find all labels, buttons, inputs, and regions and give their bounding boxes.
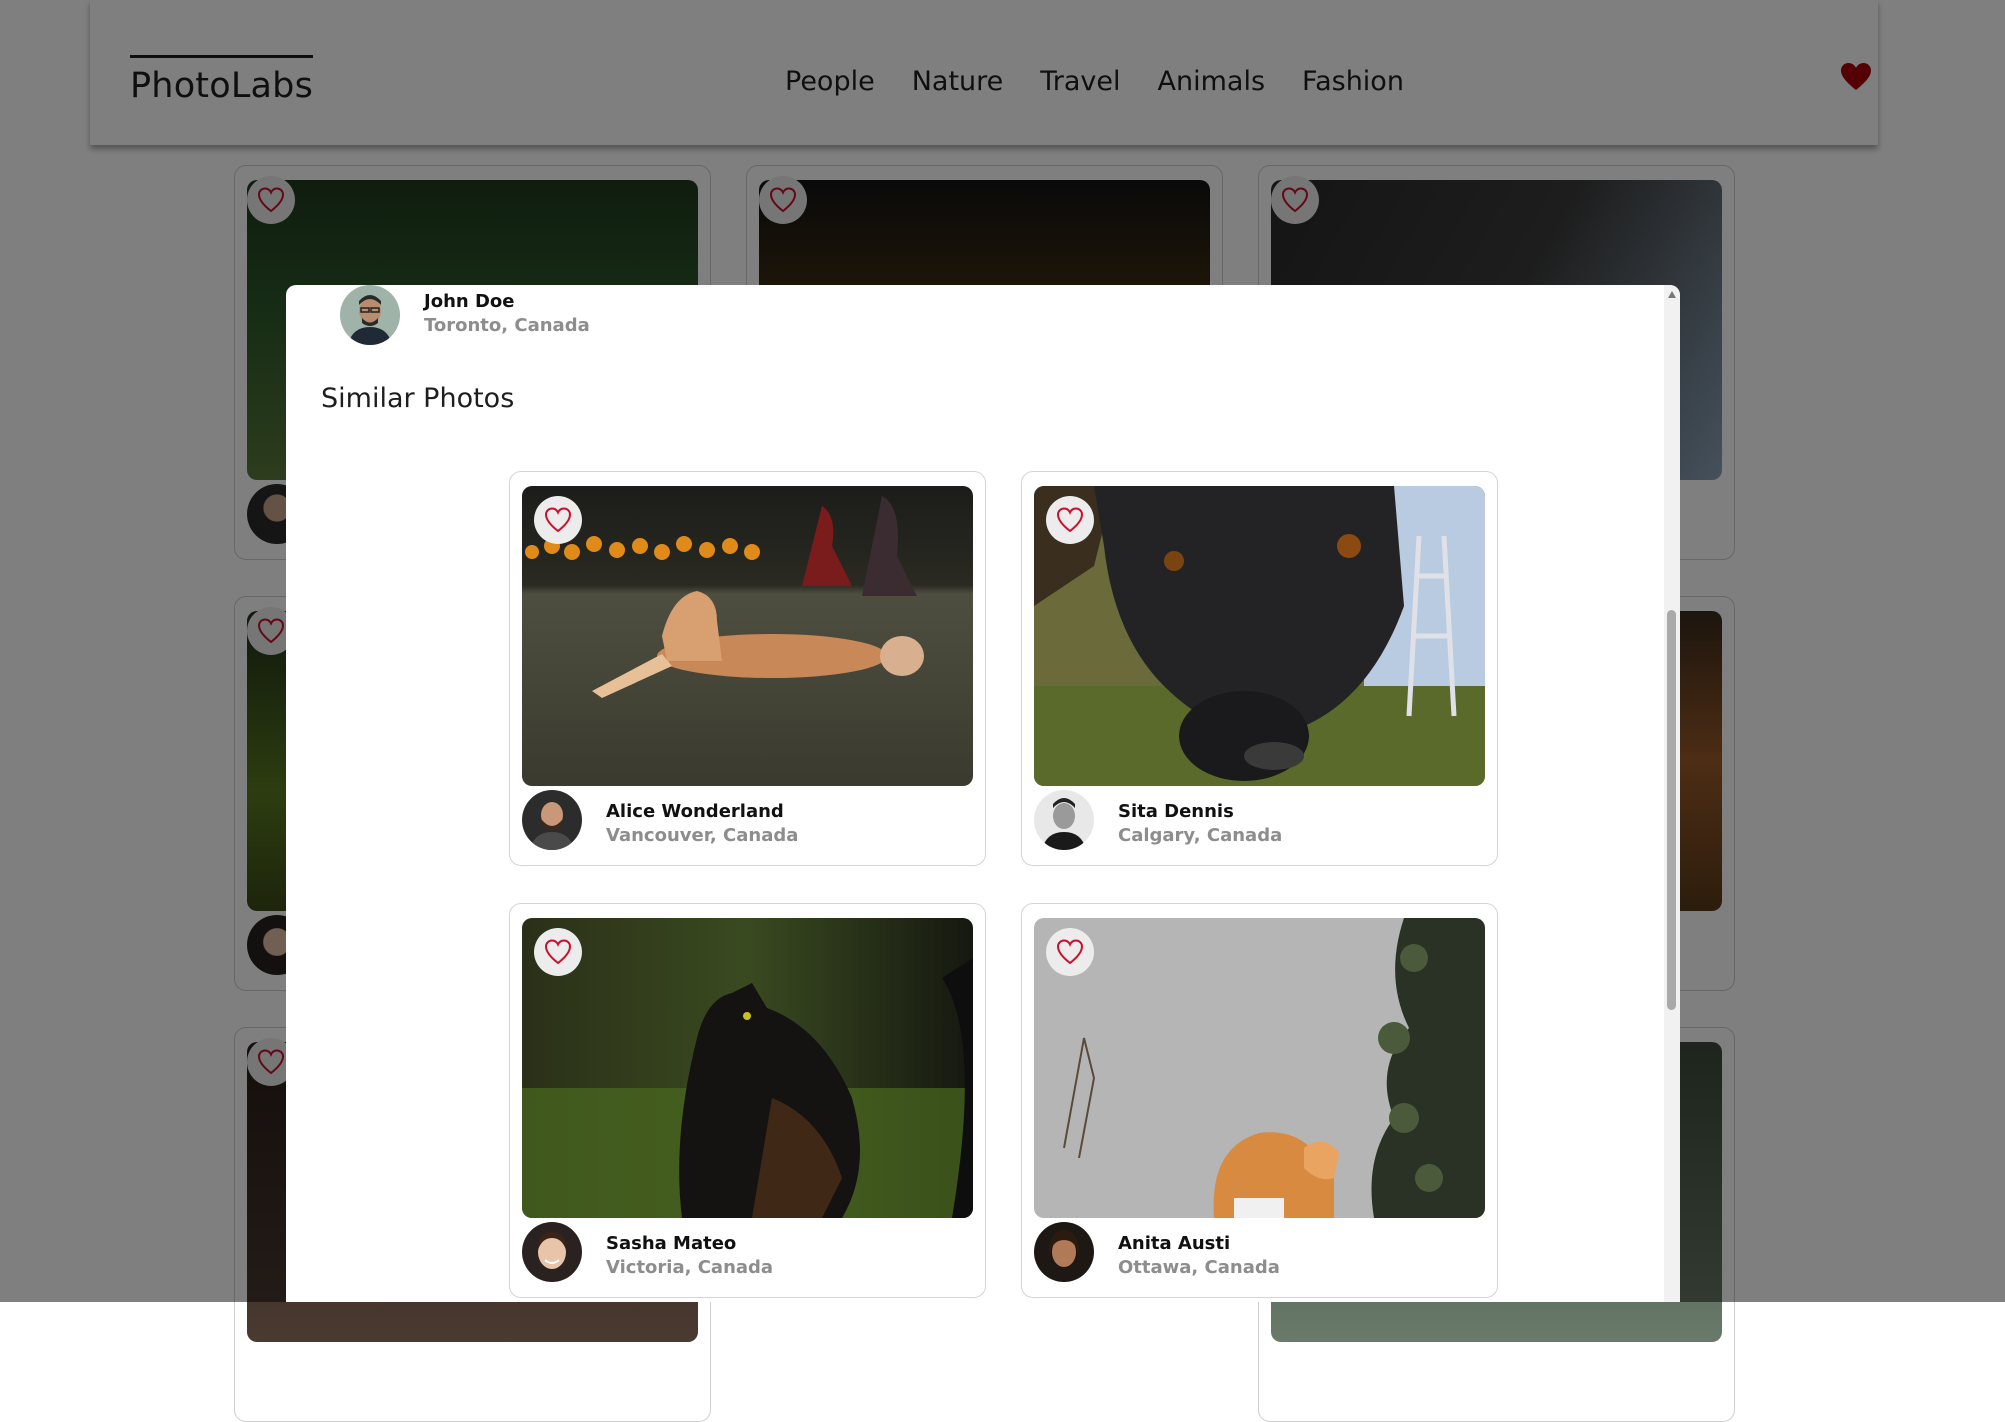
- scroll-up-arrow-icon[interactable]: [1668, 291, 1676, 298]
- photo-image[interactable]: [1034, 486, 1485, 786]
- photographer-location: Vancouver, Canada: [606, 825, 799, 846]
- photographer-location: Ottawa, Canada: [1118, 1257, 1280, 1278]
- photo-details-modal: John Doe Toronto, Canada Similar Photos: [286, 285, 1680, 1302]
- photographer-location: Calgary, Canada: [1118, 825, 1283, 846]
- photographer-name: Alice Wonderland: [606, 801, 784, 822]
- avatar: [522, 1222, 582, 1282]
- like-heart-icon[interactable]: [534, 496, 582, 544]
- similar-photo-card: Sasha Mateo Victoria, Canada: [509, 903, 986, 1298]
- similar-photo-card: Anita Austi Ottawa, Canada: [1021, 903, 1498, 1298]
- photographer-name: Sasha Mateo: [606, 1233, 737, 1254]
- like-heart-icon[interactable]: [1046, 496, 1094, 544]
- photographer-name: Anita Austi: [1118, 1233, 1231, 1254]
- photographer-location: Victoria, Canada: [606, 1257, 774, 1278]
- like-heart-icon[interactable]: [1046, 928, 1094, 976]
- like-heart-icon[interactable]: [534, 928, 582, 976]
- photographer-name: Sita Dennis: [1118, 801, 1234, 822]
- avatar: [1034, 1222, 1094, 1282]
- avatar: [1034, 790, 1094, 850]
- photo-image[interactable]: [522, 918, 973, 1218]
- modal-scrollbar[interactable]: [1664, 285, 1680, 1302]
- owner-name: John Doe: [424, 291, 515, 312]
- scrollbar-thumb[interactable]: [1667, 610, 1676, 1010]
- owner-location: Toronto, Canada: [424, 315, 590, 336]
- photo-image[interactable]: [1034, 918, 1485, 1218]
- similar-photos-heading: Similar Photos: [321, 383, 515, 414]
- similar-photo-card: Alice Wonderland Vancouver, Canada: [509, 471, 986, 866]
- similar-photo-card: Sita Dennis Calgary, Canada: [1021, 471, 1498, 866]
- owner-avatar: [340, 285, 400, 345]
- avatar: [522, 790, 582, 850]
- photo-image[interactable]: [522, 486, 973, 786]
